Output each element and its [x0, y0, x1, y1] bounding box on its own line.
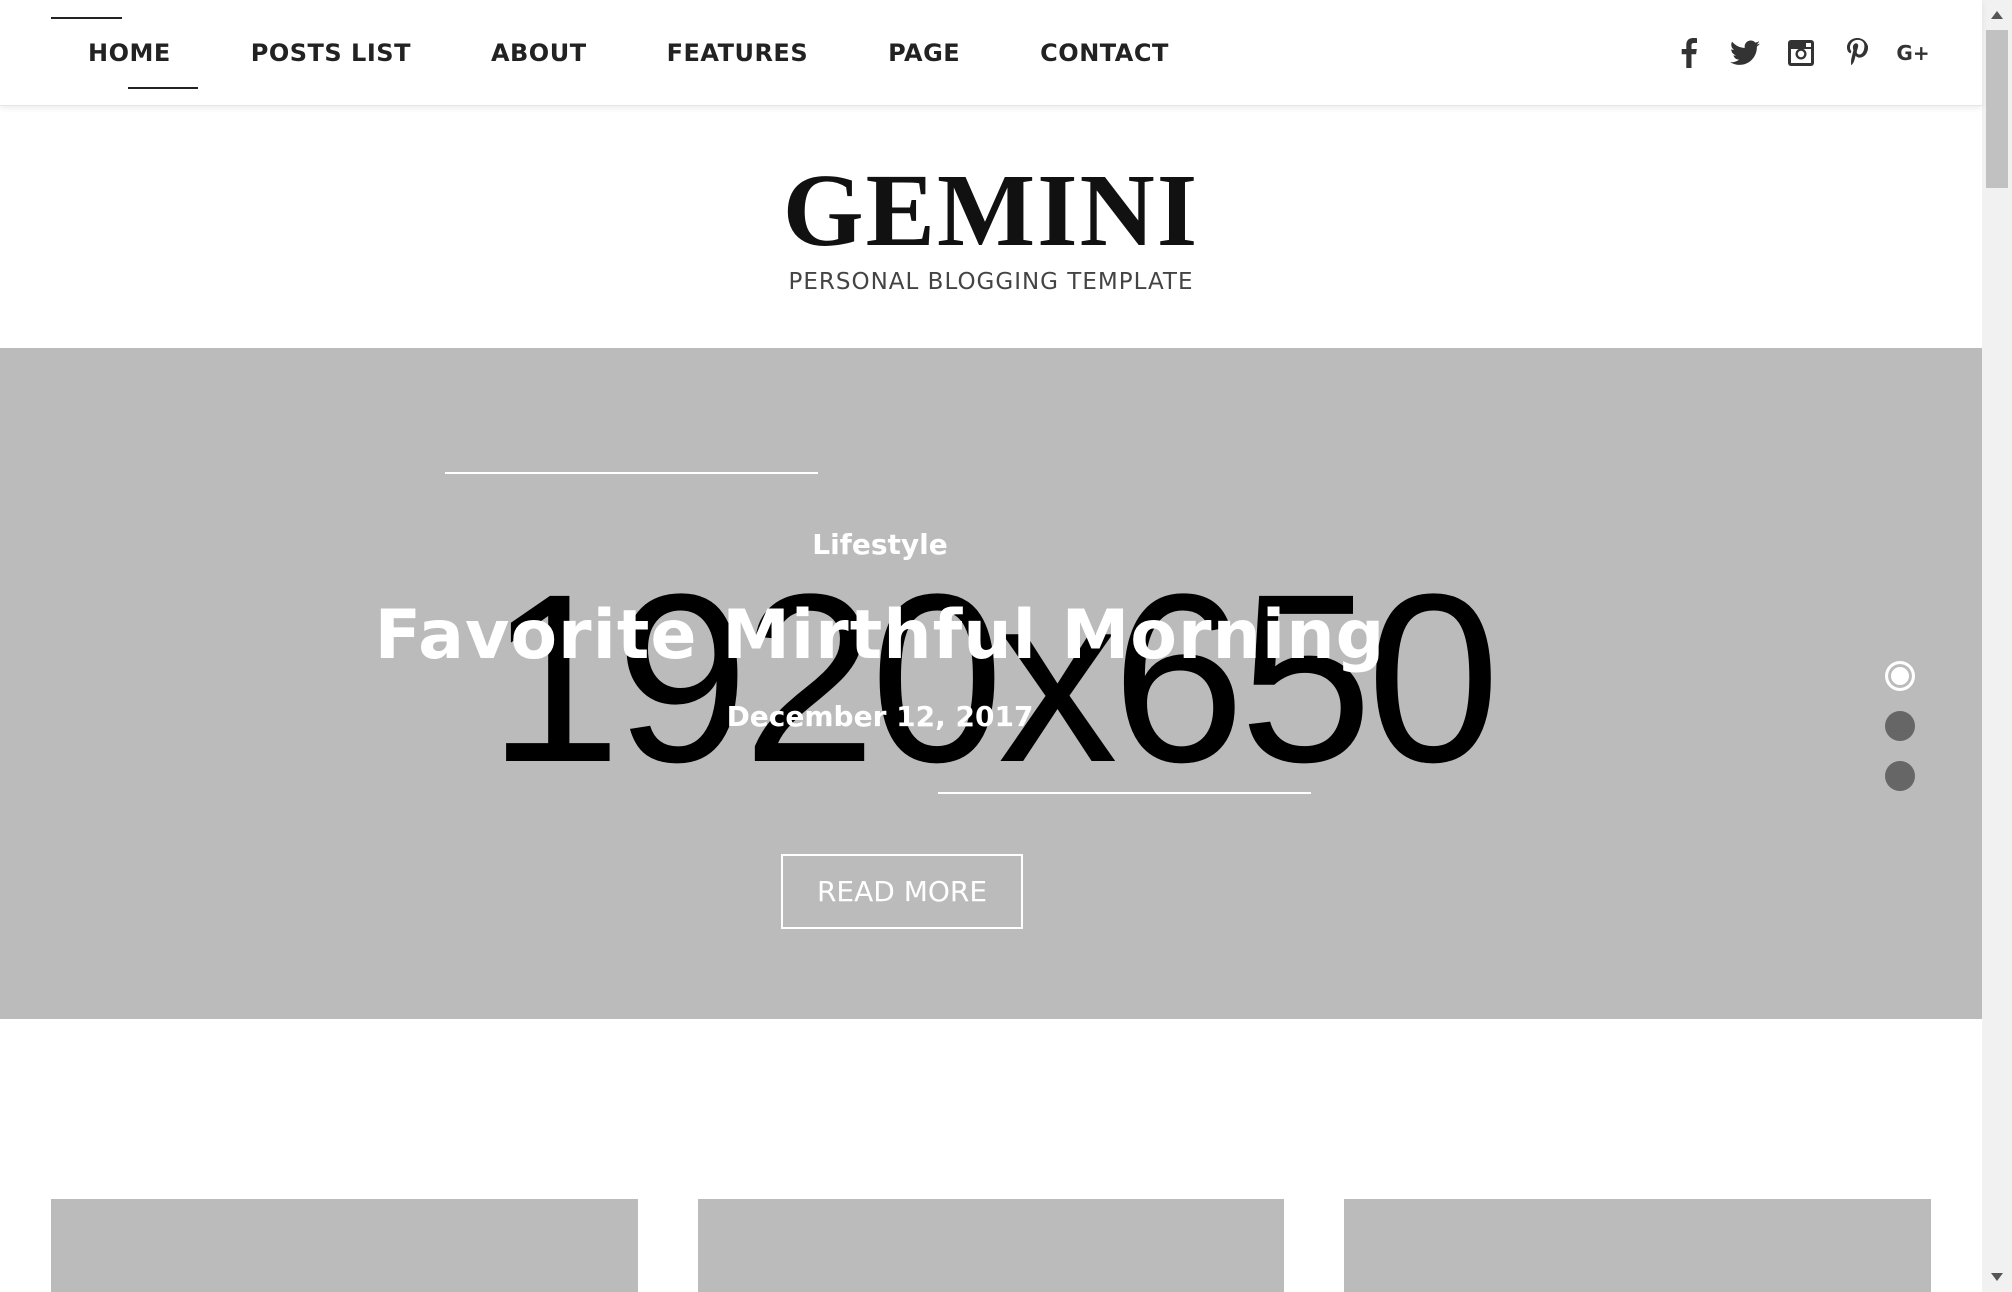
- nav-item-about[interactable]: ABOUT: [491, 39, 587, 67]
- logo-tagline: PERSONAL BLOGGING TEMPLATE: [788, 269, 1194, 295]
- slider-dot-3[interactable]: [1885, 761, 1915, 791]
- top-navigation-bar: HOME POSTS LIST ABOUT FEATURES PAGE CONT…: [0, 0, 1982, 106]
- nav-item-label: PAGE: [888, 39, 961, 67]
- hero-slider: 1920x650 Lifestyle Favorite Mirthful Mor…: [0, 348, 1982, 1019]
- nav-item-features[interactable]: FEATURES: [667, 39, 809, 67]
- google-plus-icon[interactable]: G+: [1896, 38, 1930, 68]
- post-date: December 12, 2017: [726, 700, 1034, 733]
- site-logo[interactable]: GEMINI PERSONAL BLOGGING TEMPLATE: [0, 106, 1982, 348]
- nav-item-label: POSTS LIST: [250, 39, 411, 67]
- social-links: G+: [1648, 0, 1930, 106]
- vertical-scrollbar[interactable]: [1982, 0, 2012, 1292]
- scrollbar-thumb[interactable]: [1986, 30, 2008, 188]
- post-card-image-2[interactable]: [698, 1199, 1284, 1292]
- facebook-icon[interactable]: [1674, 38, 1704, 68]
- hero-divider-bottom: [938, 792, 1311, 794]
- read-more-button[interactable]: READ MORE: [781, 854, 1023, 929]
- main-nav: HOME POSTS LIST ABOUT FEATURES PAGE CONT…: [51, 0, 1249, 106]
- slider-dot-1[interactable]: [1885, 661, 1915, 691]
- slider-pagination: [1885, 661, 1915, 811]
- logo-name: GEMINI: [782, 153, 1200, 268]
- google-plus-label: G+: [1896, 41, 1930, 65]
- scroll-down-arrow-icon[interactable]: [1982, 1262, 2012, 1292]
- nav-item-home[interactable]: HOME: [51, 17, 198, 89]
- instagram-icon[interactable]: [1786, 38, 1816, 68]
- image-placeholder-text: 1920x650: [487, 544, 1500, 812]
- active-indicator-top: [51, 17, 122, 19]
- slider-dot-2[interactable]: [1885, 711, 1915, 741]
- post-card-image-3[interactable]: [1344, 1199, 1931, 1292]
- nav-item-label: CONTACT: [1040, 39, 1169, 67]
- post-category[interactable]: Lifestyle: [0, 528, 1760, 561]
- post-card-image-1[interactable]: [51, 1199, 638, 1292]
- nav-item-label: ABOUT: [490, 39, 587, 67]
- nav-item-page[interactable]: PAGE: [888, 39, 960, 67]
- nav-item-label: HOME: [88, 39, 171, 67]
- scroll-up-arrow-icon[interactable]: [1982, 0, 2012, 30]
- nav-item-contact[interactable]: CONTACT: [1040, 39, 1169, 67]
- hero-divider-top: [445, 472, 818, 474]
- active-indicator-bottom: [128, 87, 198, 89]
- pinterest-icon[interactable]: [1842, 38, 1872, 68]
- nav-item-posts-list[interactable]: POSTS LIST: [251, 39, 411, 67]
- twitter-icon[interactable]: [1730, 38, 1760, 68]
- nav-item-label: FEATURES: [666, 39, 809, 67]
- post-title[interactable]: Favorite Mirthful Morning: [0, 596, 1760, 675]
